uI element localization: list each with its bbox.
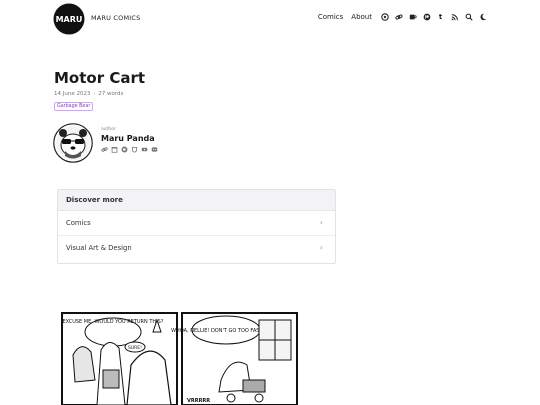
discover-title: Discover more: [66, 196, 123, 204]
mastodon-icon[interactable]: [380, 12, 389, 21]
discover-item-visual-art[interactable]: Visual Art & Design ›: [58, 236, 335, 260]
post-title: Motor Cart: [54, 69, 146, 87]
post-meta: 14 June 2023 · 27 words: [54, 91, 123, 97]
site-logo[interactable]: MARU: [53, 3, 85, 35]
tumblr-icon[interactable]: t: [436, 12, 445, 21]
logo-text: MARU: [56, 15, 83, 24]
discover-more-panel: Discover more Comics › Visual Art & Desi…: [57, 189, 336, 264]
author-links: [101, 146, 158, 153]
kofi-icon[interactable]: [121, 146, 128, 153]
svg-text:EXCUSE ME, WOULD YOU RETURN TH: EXCUSE ME, WOULD YOU RETURN THIS?: [63, 319, 164, 325]
author-label: author: [101, 127, 116, 132]
speech-bubble-text: SURE!: [128, 345, 142, 351]
author-avatar: [53, 123, 93, 163]
comic-panel-2: WHOA, NELLIE! DON'T GO TOO FAST NOW... V…: [171, 312, 298, 405]
kofi-icon[interactable]: [408, 12, 417, 21]
dark-mode-icon[interactable]: [478, 12, 487, 21]
speech-bubble-text: EXCUSE ME, WOULD YOU RETURN THIS?: [63, 319, 164, 325]
nav-about[interactable]: About: [351, 13, 372, 21]
sound-effect-text: VRRRRR: [187, 398, 210, 404]
site-name[interactable]: MARU COMICS: [91, 14, 140, 22]
comic-image: EXCUSE ME, WOULD YOU RETURN THIS? SURE! …: [61, 312, 298, 405]
search-icon[interactable]: [464, 12, 473, 21]
chevron-right-icon: ›: [319, 218, 323, 227]
link-icon[interactable]: [101, 146, 108, 153]
discover-header: Discover more: [58, 190, 335, 211]
post-word-count: 27 words: [98, 91, 124, 97]
chevron-right-icon: ›: [319, 243, 323, 252]
tag-badge[interactable]: Garbage Bear: [54, 102, 94, 111]
discover-item-label: Visual Art & Design: [66, 244, 132, 252]
youtube-icon[interactable]: [141, 146, 148, 153]
discover-item-comics[interactable]: Comics ›: [58, 211, 335, 236]
shop-icon[interactable]: [111, 146, 118, 153]
meta-separator: ·: [93, 91, 96, 97]
top-nav: Comics About t: [318, 12, 487, 21]
patreon-icon[interactable]: [131, 146, 138, 153]
rss-icon[interactable]: [450, 12, 459, 21]
discord-icon[interactable]: [151, 146, 158, 153]
link-icon[interactable]: [394, 12, 403, 21]
nav-comics[interactable]: Comics: [318, 13, 343, 21]
post-date: 14 June 2023: [54, 91, 91, 97]
author-name[interactable]: Maru Panda: [101, 134, 155, 143]
discover-item-label: Comics: [66, 219, 91, 227]
comic-panel-1: EXCUSE ME, WOULD YOU RETURN THIS? SURE!: [61, 312, 178, 405]
patreon-icon[interactable]: [422, 12, 431, 21]
